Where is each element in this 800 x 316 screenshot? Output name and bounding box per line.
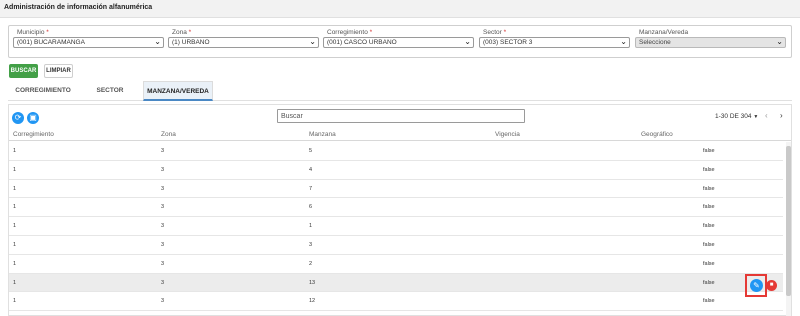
municipio-field: Municipio * (001) BUCARAMANGA ⌄ [13, 29, 164, 48]
table-row[interactable]: 1 3 4 false [9, 161, 783, 180]
cell-geografico: false [703, 166, 715, 173]
cell-zona: 3 [161, 223, 165, 230]
pagination-info[interactable]: 1-30 DE 304 ▼ [715, 113, 758, 120]
cell-corregimiento: 1 [13, 223, 17, 230]
zona-select[interactable]: (1) URBANO ⌄ [168, 37, 319, 48]
sector-select[interactable]: (003) SECTOR 3 ⌄ [479, 37, 630, 48]
cell-corregimiento: 1 [13, 166, 17, 173]
cell-corregimiento: 1 [13, 148, 17, 154]
page-title: Administración de información alfanuméri… [4, 4, 153, 11]
municipio-select[interactable]: (001) BUCARAMANGA ⌄ [13, 37, 164, 48]
column-header-geografico[interactable]: Geográfico [641, 131, 673, 138]
prev-page-icon[interactable]: ‹ [765, 111, 768, 120]
municipio-label: Municipio * [17, 29, 49, 36]
cell-geografico: false [703, 185, 715, 192]
table-row-hovered[interactable]: 1 3 13 false [9, 273, 783, 293]
table-body: 1 3 5 false 1 3 4 false 1 3 7 false 1 3 … [9, 142, 783, 312]
cell-zona: 3 [161, 185, 165, 192]
table-row[interactable]: 1 3 7 false [9, 180, 783, 199]
results-panel: ⟳ ▣ 1-30 DE 304 ▼ ‹ › Corregimiento Zona… [8, 104, 792, 316]
manzana-select[interactable]: Seleccione ⌄ [635, 37, 786, 48]
buscar-button[interactable]: BUSCAR [9, 64, 38, 78]
cell-corregimiento: 1 [13, 279, 17, 286]
table-row[interactable]: 1 3 12 false [9, 292, 783, 312]
cell-geografico: false [703, 204, 715, 211]
tab-bar: CORREGIMIENTO SECTOR MANZANA/VEREDA [8, 81, 792, 101]
table-scrollbar[interactable] [786, 142, 791, 316]
limpiar-button[interactable]: LIMPIAR [44, 64, 73, 78]
chevron-down-icon: ⌄ [464, 37, 471, 46]
chevron-down-icon: ⌄ [776, 37, 783, 46]
zona-field: Zona * (1) URBANO ⌄ [168, 29, 319, 48]
cell-manzana: 7 [309, 185, 313, 192]
table-row[interactable]: 1 3 6 false [9, 198, 783, 218]
cell-corregimiento: 1 [13, 204, 17, 211]
cell-geografico: false [703, 241, 715, 248]
cell-zona: 3 [161, 279, 165, 286]
corregimiento-select[interactable]: (001) CASCO URBANO ⌄ [323, 37, 474, 48]
table-row[interactable]: 1 3 1 false [9, 217, 783, 236]
cell-zona: 3 [161, 298, 165, 305]
table-row[interactable]: 1 3 3 false [9, 236, 783, 255]
corregimiento-field: Corregimiento * (001) CASCO URBANO ⌄ [323, 29, 474, 48]
cell-corregimiento: 1 [13, 241, 17, 248]
next-page-icon[interactable]: › [780, 111, 783, 120]
cell-corregimiento: 1 [13, 185, 17, 192]
cell-corregimiento: 1 [13, 260, 17, 267]
cell-manzana: 5 [309, 148, 313, 154]
cell-geografico: false [703, 279, 715, 286]
cell-manzana: 2 [309, 260, 313, 267]
column-header-manzana[interactable]: Manzana [309, 131, 336, 138]
cell-geografico: false [703, 148, 715, 154]
cell-zona: 3 [161, 204, 165, 211]
cell-zona: 3 [161, 148, 165, 154]
zona-label: Zona * [172, 29, 192, 36]
manzana-label: Manzana/Vereda [639, 29, 689, 36]
refresh-icon[interactable]: ⟳ [12, 112, 24, 124]
cell-zona: 3 [161, 166, 165, 173]
cell-zona: 3 [161, 241, 165, 248]
search-input[interactable] [277, 109, 525, 123]
cell-manzana: 1 [309, 223, 313, 230]
chevron-down-icon: ⌄ [620, 37, 627, 46]
pencil-icon[interactable]: ✎ [750, 279, 763, 292]
chevron-down-icon: ⌄ [309, 37, 316, 46]
cell-manzana: 13 [309, 279, 316, 286]
column-header-corregimiento[interactable]: Corregimiento [13, 131, 54, 138]
cell-manzana: 4 [309, 166, 313, 173]
tab-sector[interactable]: SECTOR [78, 81, 142, 101]
cell-manzana: 6 [309, 204, 313, 211]
table-row[interactable]: 1 3 2 false [9, 255, 783, 274]
manzana-field: Manzana/Vereda Seleccione ⌄ [635, 29, 786, 48]
title-bar: Administración de información alfanuméri… [0, 0, 800, 18]
table-header: Corregimiento Zona Manzana Vigencia Geog… [9, 129, 791, 141]
cell-zona: 3 [161, 260, 165, 267]
scrollbar-thumb[interactable] [786, 146, 791, 296]
corregimiento-label: Corregimiento * [327, 29, 373, 36]
cell-manzana: 12 [309, 298, 316, 305]
table-row[interactable]: 1 3 5 false [9, 142, 783, 161]
sector-field: Sector * (003) SECTOR 3 ⌄ [479, 29, 630, 48]
cell-geografico: false [703, 260, 715, 267]
cell-manzana: 3 [309, 241, 313, 248]
cell-geografico: false [703, 298, 715, 305]
tab-manzana-vereda[interactable]: MANZANA/VEREDA [143, 81, 213, 101]
filter-panel: Municipio * (001) BUCARAMANGA ⌄ Zona * (… [8, 25, 792, 58]
cell-geografico: false [703, 223, 715, 230]
edit-highlight-box: ✎ [745, 274, 767, 297]
tab-corregimiento[interactable]: CORREGIMIENTO [8, 81, 78, 101]
caret-down-icon: ▼ [753, 114, 759, 120]
chevron-down-icon: ⌄ [154, 37, 161, 46]
sector-label: Sector * [483, 29, 507, 36]
column-header-zona[interactable]: Zona [161, 131, 176, 138]
save-icon[interactable]: ▣ [27, 112, 39, 124]
cell-corregimiento: 1 [13, 298, 17, 305]
trash-icon[interactable]: ■ [766, 280, 777, 291]
column-header-vigencia[interactable]: Vigencia [495, 131, 520, 138]
